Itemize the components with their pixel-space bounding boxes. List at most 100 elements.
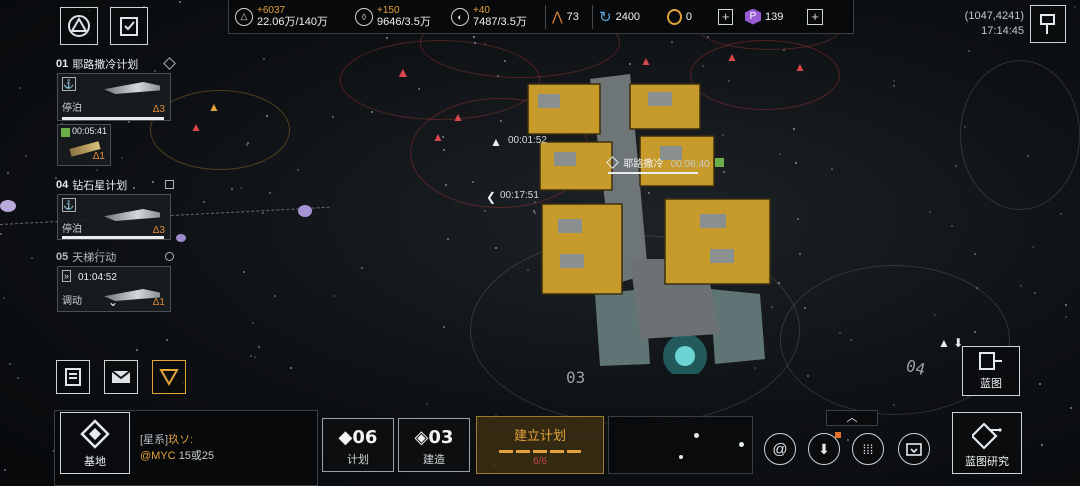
resource-value: 2400 (615, 10, 641, 23)
build-label: 建造 (423, 454, 445, 466)
notes-button[interactable] (56, 360, 90, 394)
plan-timer: 01:04:52 (78, 272, 117, 283)
resource-premium[interactable]: P 139 + (739, 0, 849, 33)
plans-counter[interactable]: ◆06 计划 (322, 418, 394, 472)
blueprint-icon (979, 352, 1002, 370)
star (7, 172, 9, 174)
hostile-marker: ▲ (640, 54, 652, 68)
map-markers: ▲ ⬇ (938, 336, 964, 350)
chat-user: @MYC (140, 450, 176, 462)
fast-forward-icon: » (62, 270, 72, 282)
bookmark-button[interactable] (1030, 5, 1066, 43)
minimap-dot (694, 433, 699, 438)
plan-header-1[interactable]: 01 耶路撒冷计划 (56, 56, 176, 71)
galaxy-view-button[interactable]: @ (764, 433, 796, 465)
star (831, 168, 833, 170)
plan-number: 04 (56, 178, 69, 191)
star (254, 356, 256, 358)
plan-level: Δ3 (152, 225, 165, 236)
star (371, 111, 373, 113)
minimap[interactable] (608, 416, 753, 474)
hostile-marker: ▲ (726, 50, 738, 64)
plan-card-5[interactable]: » 01:04:52 调动 Δ1 ⌄ (57, 266, 171, 312)
chevron-down-icon: ⌄ (108, 295, 119, 309)
star (671, 41, 673, 43)
premium-p-icon: P (745, 8, 761, 25)
plan-title: 天梯行动 (72, 251, 117, 264)
resource-crystal[interactable]: ◊ +150 9646/3.5万 (349, 0, 445, 33)
blueprint-button[interactable]: 蓝图 (962, 346, 1020, 396)
coordinate-readout: (1047,4241) 17:14:45 (965, 9, 1024, 39)
fleet-timer-b: 00:17:51 (500, 190, 539, 201)
star (166, 339, 168, 341)
star (263, 58, 265, 60)
add-gold-button[interactable]: + (718, 8, 733, 25)
star (426, 403, 428, 405)
people-icon: ⁞⁞⁞ (862, 441, 874, 457)
hostile-marker: ▲ (432, 130, 444, 144)
star (361, 267, 363, 269)
resource-value: 73 (566, 10, 579, 23)
inbox-button[interactable] (898, 433, 930, 465)
chat-preview[interactable]: [星系]玖ソ: @MYC 15或25 (140, 432, 214, 464)
plan-header-5[interactable]: 05 天梯行动 (56, 249, 174, 264)
clock: 17:14:45 (981, 25, 1024, 37)
resource-fleet[interactable]: ⋀ 73 (546, 0, 592, 33)
establish-progress-dots (477, 450, 603, 453)
add-premium-button[interactable]: + (807, 8, 823, 25)
status-circle-icon (165, 252, 174, 261)
minimap-dot (739, 442, 744, 447)
plan-progress-bar (62, 117, 164, 120)
tasks-button[interactable] (110, 7, 148, 45)
build-count: 03 (428, 427, 454, 448)
download-button[interactable]: ⬇ (808, 432, 841, 465)
resource-metal[interactable]: △ +6037 22.06万/140万 (229, 0, 349, 33)
star (128, 121, 130, 123)
star (274, 295, 276, 297)
chat-text: 玖ソ: (168, 434, 194, 446)
star (240, 187, 242, 189)
star (929, 211, 931, 213)
expand-toggle[interactable]: ︿ (826, 410, 878, 426)
alliance-button[interactable] (152, 360, 186, 394)
ally-flag-icon (714, 158, 724, 167)
spiral-icon: @ (772, 440, 788, 458)
resource-delta: +150 (377, 5, 400, 16)
plan-link-icon: ◆ (338, 427, 353, 448)
star (1034, 292, 1036, 294)
blueprint-label: 蓝图 (980, 378, 1002, 390)
notification-dot (835, 432, 841, 438)
base-button[interactable]: 基地 (60, 412, 130, 474)
star (0, 233, 2, 235)
star (797, 218, 799, 220)
blueprint-research-label: 蓝图研究 (965, 456, 1009, 468)
fleet-nameplate[interactable]: 耶路撒冷 00:06:40 (606, 155, 724, 174)
star (1065, 316, 1067, 318)
galaxy-menu-button[interactable] (60, 7, 98, 45)
plan-header-4[interactable]: 04 钻石星计划 (56, 177, 174, 192)
base-label: 基地 (84, 456, 106, 468)
plan-card-1[interactable]: ⚓ 停泊 Δ3 (57, 73, 171, 121)
members-button[interactable]: ⁞⁞⁞ (852, 433, 884, 465)
star (203, 201, 205, 203)
establish-plan-button[interactable]: 建立计划 6/6 (476, 416, 604, 474)
blueprint-research-button[interactable]: 蓝图研究 (952, 412, 1022, 474)
build-diamond-icon: ◈ (414, 427, 429, 448)
ship-thumbnail (104, 82, 160, 94)
plan-card-4[interactable]: ⚓ 停泊 Δ3 (57, 194, 171, 240)
resource-gold[interactable]: 0 + (661, 0, 739, 33)
asteroid-cluster (176, 234, 186, 242)
build-counter[interactable]: ◈03 建造 (398, 418, 470, 472)
resource-credit[interactable]: ↻ 2400 (593, 0, 661, 33)
resource-bar: △ +6037 22.06万/140万 ◊ +150 9646/3.5万 ◐ +40… (228, 0, 854, 34)
anchor-icon: ⚓ (62, 77, 76, 91)
resource-value: 9646/3.5万 (377, 16, 431, 28)
space-station[interactable] (520, 74, 780, 378)
star (19, 87, 21, 89)
mail-button[interactable] (104, 360, 138, 394)
resource-gas[interactable]: ◐ +40 7487/3.5万 (445, 0, 545, 33)
star (443, 326, 445, 328)
plan-subcard-1[interactable]: 00:05:41 Δ1 (57, 124, 111, 166)
resource-value: 22.06万/140万 (257, 16, 328, 28)
download-icon: ⬇ (818, 440, 830, 457)
